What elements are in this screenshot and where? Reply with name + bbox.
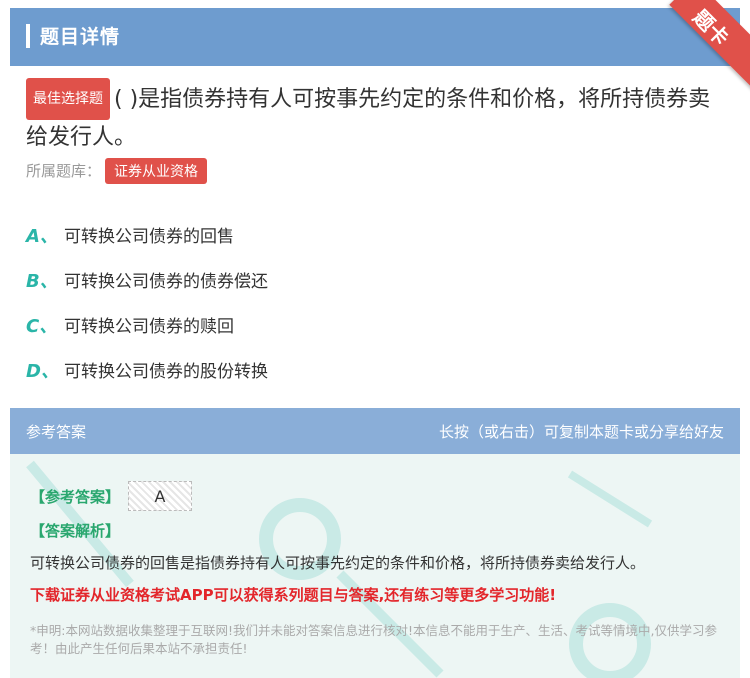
question-source: 所属题库： 证券从业资格 bbox=[26, 158, 208, 184]
option-text: 可转换公司债券的债券偿还 bbox=[64, 272, 268, 292]
answer-panel-body: 【参考答案】 A 【答案解析】 可转换公司债券的回售是指债券持有人可按事先约定的… bbox=[10, 454, 740, 678]
option-text: 可转换公司债券的赎回 bbox=[64, 317, 234, 337]
page-title: 题目详情 bbox=[40, 26, 121, 48]
answer-image: A bbox=[128, 481, 193, 511]
answer-label: 【参考答案】 bbox=[30, 487, 121, 506]
option-text: 可转换公司债券的回售 bbox=[64, 227, 234, 247]
analysis-text: 可转换公司债券的回售是指债券持有人可按事先约定的条件和价格，将所持债券卖给发行人… bbox=[30, 554, 646, 572]
app-promo-link[interactable]: 下载证券从业资格考试APP可以获得系列题目与答案,还有练习等更多学习功能! bbox=[30, 584, 556, 605]
option-letter: A、 bbox=[26, 225, 58, 247]
header-bar: 题目详情 bbox=[10, 8, 740, 66]
option-a[interactable]: A、 可转换公司债券的回售 bbox=[26, 212, 726, 257]
answer-panel-title: 参考答案 bbox=[26, 423, 87, 441]
question-text: ( )是指债券持有人可按事先约定的条件和价格，将所持债券卖给发行人。 bbox=[26, 87, 711, 150]
analysis-label: 【答案解析】 bbox=[30, 522, 121, 540]
option-d[interactable]: D、 可转换公司债券的股份转换 bbox=[26, 347, 726, 392]
option-letter: C、 bbox=[26, 315, 58, 337]
source-tag[interactable]: 证券从业资格 bbox=[105, 158, 208, 184]
option-letter: D、 bbox=[26, 360, 59, 382]
option-c[interactable]: C、 可转换公司债券的赎回 bbox=[26, 302, 726, 347]
question-type-badge: 最佳选择题 bbox=[26, 78, 110, 120]
reference-answer: 【参考答案】 A bbox=[30, 481, 193, 511]
disclaimer-text: *申明:本网站数据收集整理于互联网!我们并未能对答案信息进行核对!本信息不能用于… bbox=[30, 623, 717, 656]
share-hint: 长按（或右击）可复制本题卡或分享给好友 bbox=[438, 423, 724, 441]
source-label: 所属题库： bbox=[26, 162, 102, 180]
question-card: 题目详情 题卡 最佳选择题( )是指债券持有人可按事先约定的条件和价格，将所持债… bbox=[0, 0, 750, 678]
header-accent-mark bbox=[26, 24, 30, 48]
option-letter: B、 bbox=[26, 270, 58, 292]
options-list: A、 可转换公司债券的回售 B、 可转换公司债券的债券偿还 C、 可转换公司债券… bbox=[26, 212, 726, 392]
option-text: 可转换公司债券的股份转换 bbox=[64, 362, 268, 382]
answer-panel-header: 参考答案 长按（或右击）可复制本题卡或分享给好友 bbox=[10, 408, 740, 454]
question-stem: 最佳选择题( )是指债券持有人可按事先约定的条件和价格，将所持债券卖给发行人。 bbox=[26, 78, 726, 156]
option-b[interactable]: B、 可转换公司债券的债券偿还 bbox=[26, 257, 726, 302]
